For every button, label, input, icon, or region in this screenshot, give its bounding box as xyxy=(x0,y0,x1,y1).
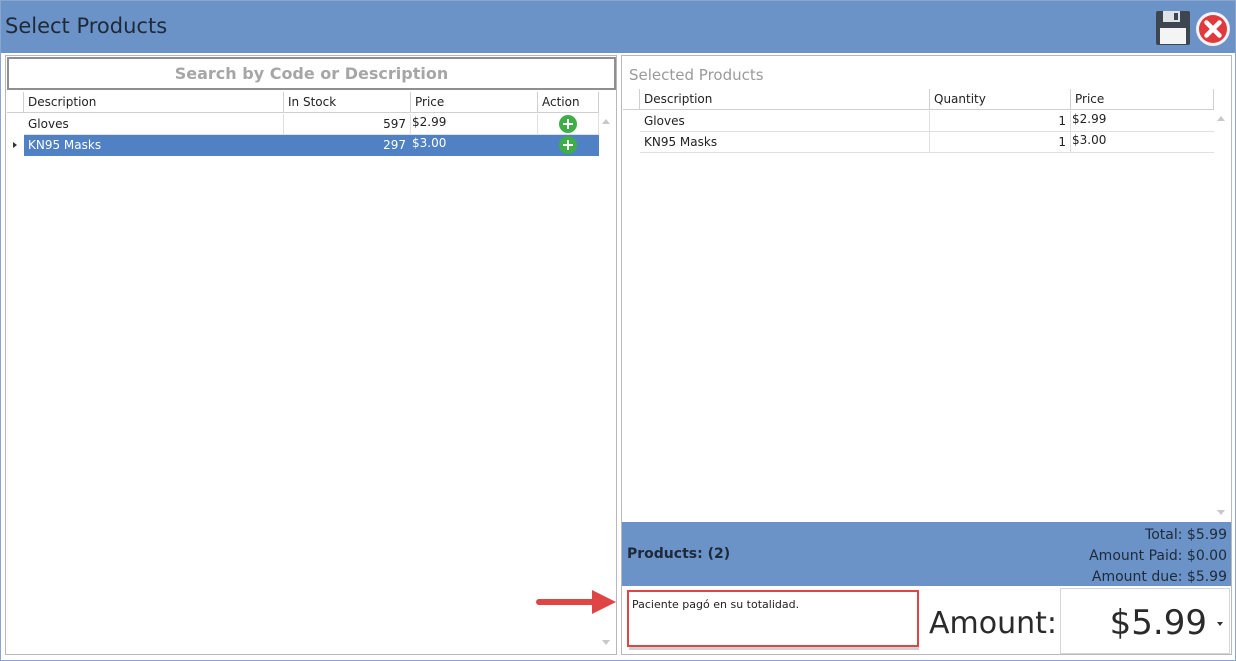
cell-price: $2.99 xyxy=(1071,111,1214,132)
selected-vertical-scrollbar[interactable] xyxy=(1214,111,1229,521)
current-row-arrow-icon xyxy=(13,142,17,148)
products-grid-header: Description In Stock Price Action xyxy=(7,92,599,113)
amount-due: Amount due: $5.99 xyxy=(1091,569,1227,585)
close-button[interactable] xyxy=(1195,11,1231,47)
save-button[interactable] xyxy=(1155,10,1191,46)
scroll-down-icon[interactable] xyxy=(1217,510,1225,515)
row-indicator xyxy=(623,111,640,132)
selected-products-grid: Description Quantity Price Gloves 1 $2.9… xyxy=(623,89,1230,521)
column-header-price[interactable]: Price xyxy=(411,92,538,113)
total-amount: Total: $5.99 xyxy=(1145,527,1227,543)
cell-quantity[interactable]: 1 xyxy=(930,132,1071,153)
annotation-arrow-icon xyxy=(536,590,616,614)
products-panel: Description In Stock Price Action Gloves… xyxy=(5,55,617,655)
window-title: Select Products xyxy=(5,14,168,38)
cell-in-stock: 597 xyxy=(284,114,411,135)
cell-price: $2.99 xyxy=(411,114,538,135)
amount-input[interactable]: $5.99 xyxy=(1060,588,1230,654)
column-header-description[interactable]: Description xyxy=(640,89,930,110)
row-indicator xyxy=(7,135,24,156)
close-circle-icon xyxy=(1196,12,1230,46)
add-product-icon[interactable] xyxy=(559,136,577,154)
amount-paid: Amount Paid: $0.00 xyxy=(1089,548,1227,564)
products-count: Products: (2) xyxy=(627,546,731,562)
selected-products-panel: Selected Products Description Quantity P… xyxy=(621,55,1232,655)
amount-dropdown-icon[interactable] xyxy=(1217,622,1223,626)
floppy-disk-icon xyxy=(1156,11,1190,45)
column-header-description[interactable]: Description xyxy=(24,92,284,113)
totals-block: Total: $5.99 Amount Paid: $0.00 Amount d… xyxy=(1089,525,1227,588)
totals-summary-bar: Products: (2) Total: $5.99 Amount Paid: … xyxy=(622,522,1231,586)
column-header-in-stock[interactable]: In Stock xyxy=(284,92,411,113)
scroll-up-icon[interactable] xyxy=(602,119,610,124)
table-row[interactable]: Gloves 597 $2.99 xyxy=(7,114,599,135)
cell-description: Gloves xyxy=(640,111,930,132)
scroll-down-icon[interactable] xyxy=(602,640,610,645)
products-vertical-scrollbar[interactable] xyxy=(599,114,614,652)
cell-action xyxy=(538,135,599,156)
search-input[interactable] xyxy=(7,57,616,90)
cell-description: Gloves xyxy=(24,114,284,135)
row-header-column xyxy=(623,89,640,110)
amount-label: Amount: xyxy=(929,606,1057,641)
table-row[interactable]: KN95 Masks 297 $3.00 xyxy=(7,135,599,156)
cell-description: KN95 Masks xyxy=(640,132,930,153)
row-indicator xyxy=(7,114,24,135)
amount-value: $5.99 xyxy=(1109,603,1207,643)
cell-price: $3.00 xyxy=(411,135,538,156)
scroll-up-icon[interactable] xyxy=(1217,116,1225,121)
cell-price: $3.00 xyxy=(1071,132,1214,153)
select-products-window: Select Products Description In Stock xyxy=(0,0,1236,661)
table-row[interactable]: Gloves 1 $2.99 xyxy=(623,111,1214,132)
title-bar: Select Products xyxy=(1,1,1235,53)
cell-description: KN95 Masks xyxy=(24,135,284,156)
cell-action xyxy=(538,114,599,135)
row-indicator xyxy=(623,132,640,153)
row-header-column xyxy=(7,92,24,113)
payment-notes-field[interactable]: Paciente pagó en su totalidad. xyxy=(627,590,919,647)
column-header-action[interactable]: Action xyxy=(538,92,599,113)
column-header-quantity[interactable]: Quantity xyxy=(930,89,1071,110)
notes-field-shadow xyxy=(629,647,919,650)
column-header-price[interactable]: Price xyxy=(1071,89,1214,110)
selected-grid-header: Description Quantity Price xyxy=(623,89,1214,110)
add-product-icon[interactable] xyxy=(559,115,577,133)
cell-quantity[interactable]: 1 xyxy=(930,111,1071,132)
table-row[interactable]: KN95 Masks 1 $3.00 xyxy=(623,132,1214,153)
selected-products-title: Selected Products xyxy=(629,66,764,84)
cell-in-stock: 297 xyxy=(284,135,411,156)
products-grid: Description In Stock Price Action Gloves… xyxy=(7,92,615,652)
